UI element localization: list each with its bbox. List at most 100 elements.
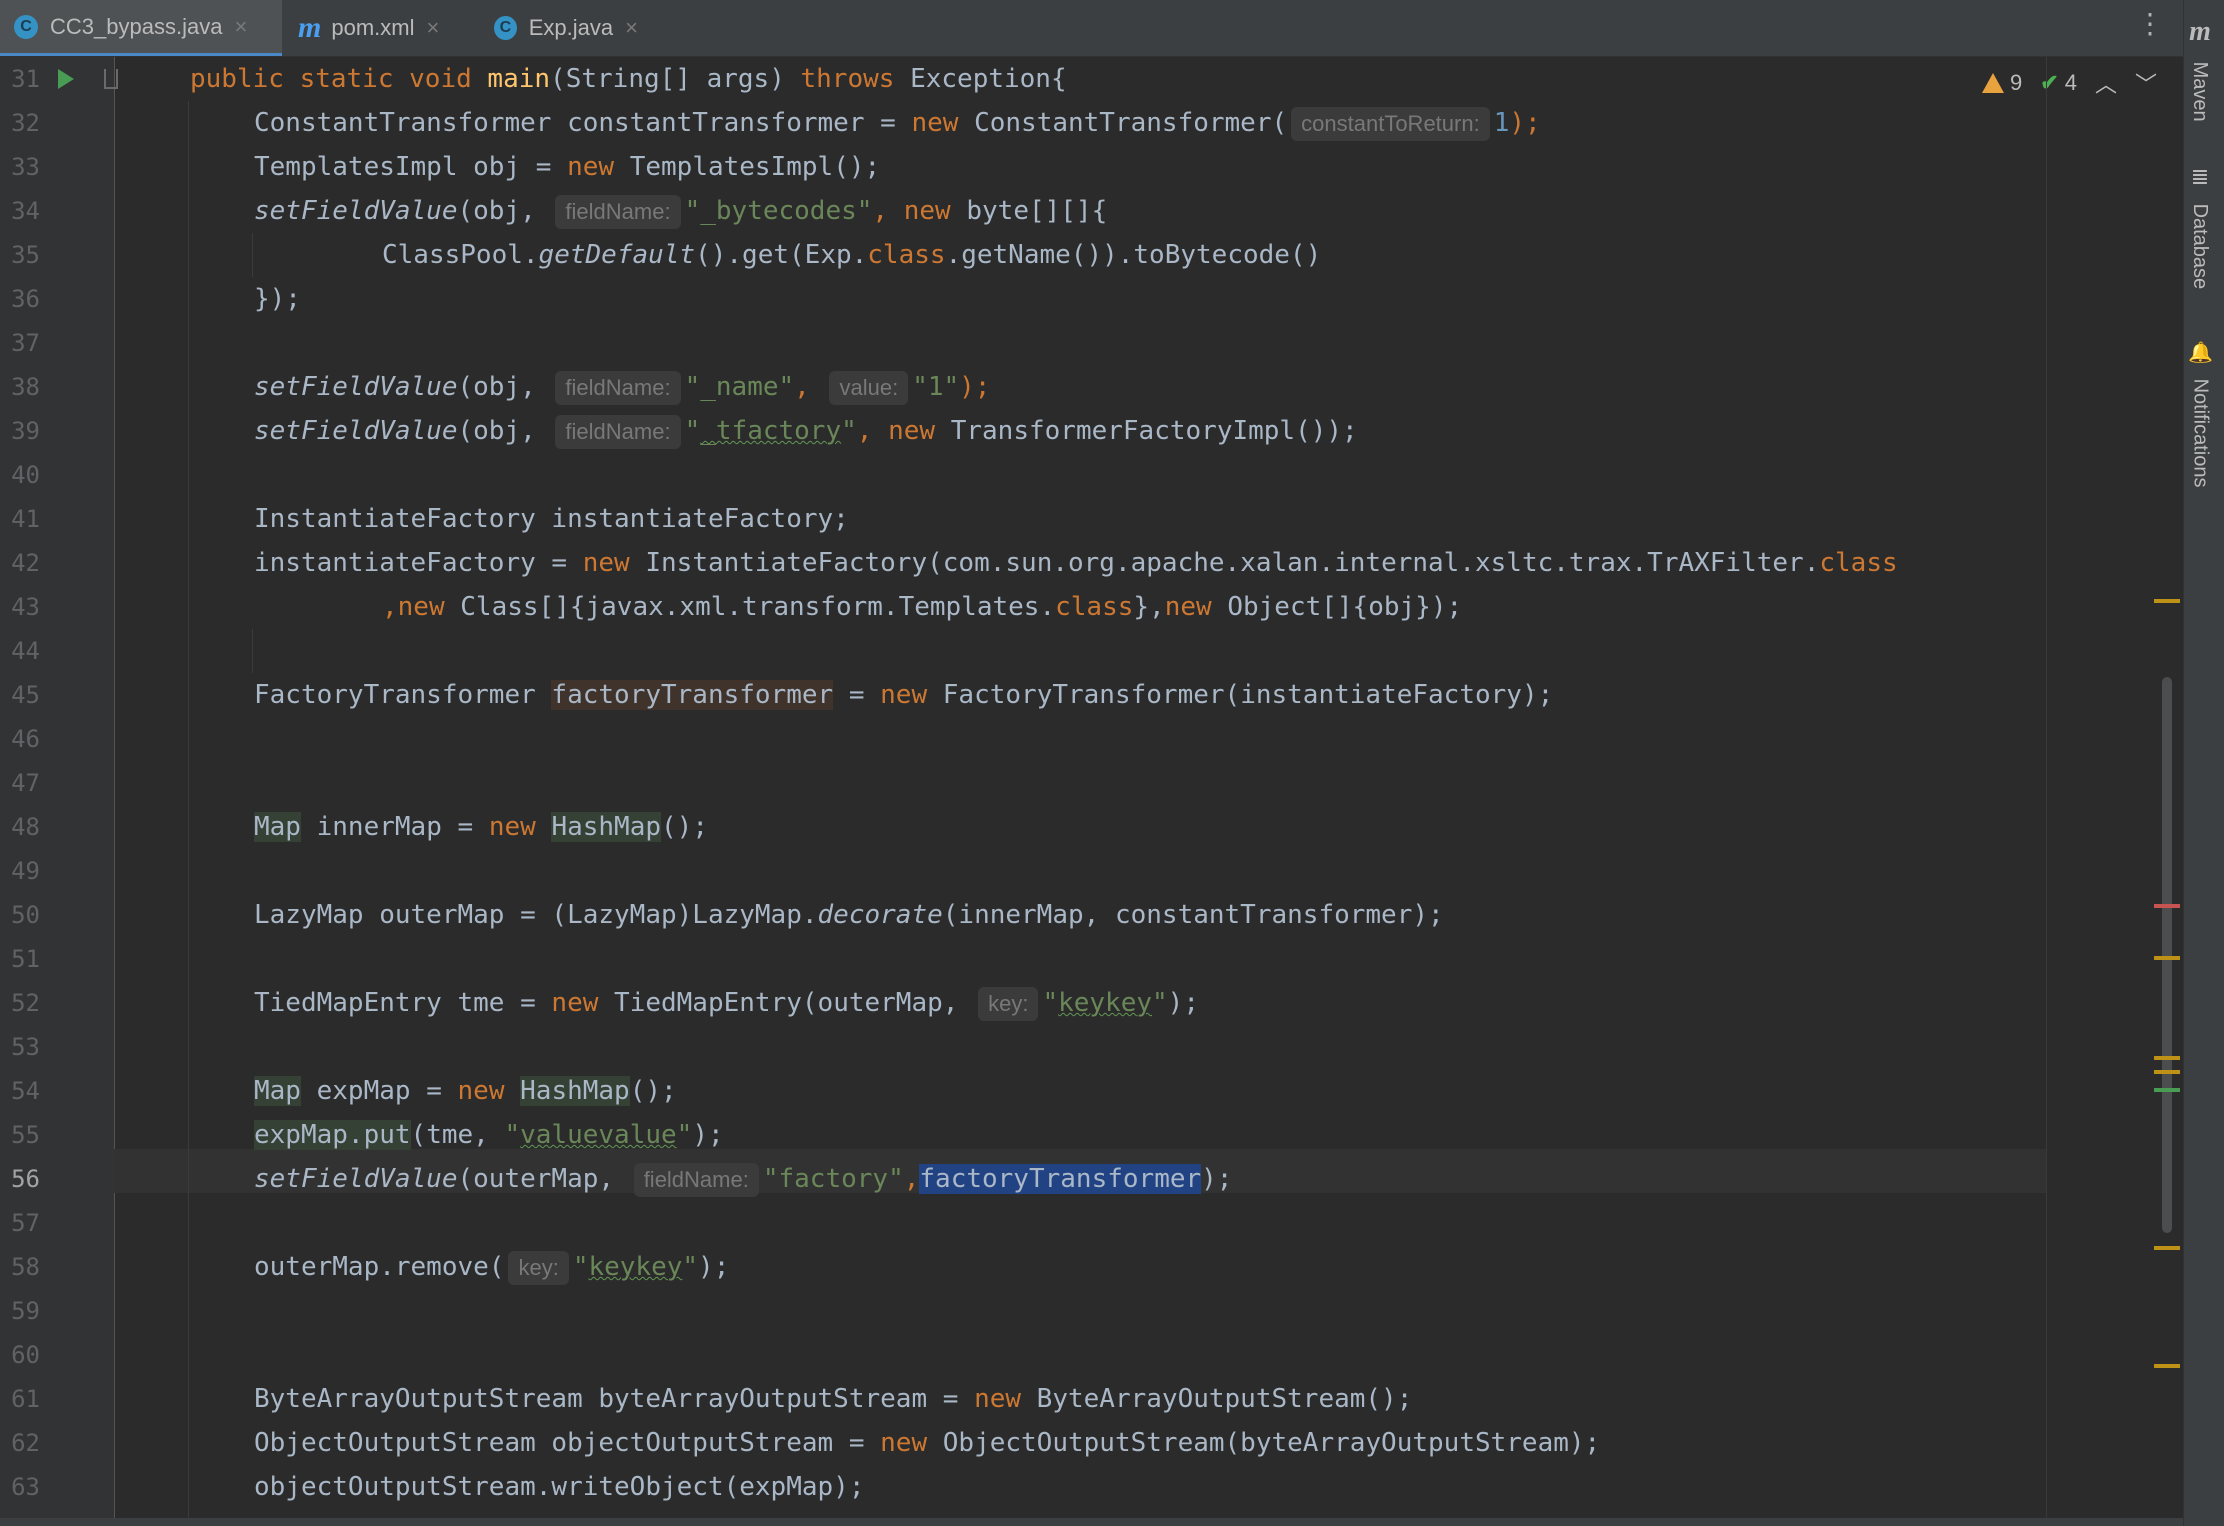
warning-marker[interactable] (2154, 1246, 2180, 1250)
indent-guide (252, 233, 253, 277)
typo-marker[interactable] (2154, 1088, 2180, 1092)
line-number: 53 (11, 1033, 40, 1061)
warning-icon (1982, 73, 2004, 93)
code-token: objectOutputStream.writeObject(expMap); (254, 1472, 865, 1502)
line-number: 56 (11, 1165, 40, 1193)
code-token: ConstantTransformer( (958, 108, 1288, 138)
tool-window-maven[interactable]: m Maven (2188, 16, 2211, 122)
code-line-56[interactable]: setFieldValue(outerMap, fieldName: "facto… (254, 1157, 1232, 1201)
code-token: "_name" (684, 372, 795, 402)
maven-icon: m (2189, 16, 2211, 47)
code-line-35[interactable]: ClassPool.getDefault().get(Exp.class.get… (382, 233, 1321, 277)
error-marker[interactable] (2154, 904, 2180, 908)
class-icon: C (14, 14, 38, 39)
code-editor[interactable]: 31 32 33 34 35 36 37 38 39 40 41 42 43 44 45 46 47 48 49 50… (0, 57, 2184, 1526)
code-line-61[interactable]: ByteArrayOutputStream byteArrayOutputStr… (254, 1377, 1412, 1421)
code-token: new (880, 680, 928, 710)
param-hint: fieldName: (555, 195, 681, 229)
code-token: ); (959, 372, 991, 402)
tab-pom-xml[interactable]: m pom.xml × (284, 0, 478, 56)
warning-marker[interactable] (2154, 1364, 2180, 1368)
bell-icon: 🔔 (2188, 342, 2213, 364)
code-token: ObjectOutputStream(byteArrayOutputStream… (927, 1428, 1601, 1458)
line-number: 37 (11, 329, 40, 357)
tool-window-notifications[interactable]: 🔔 Notifications (2188, 340, 2213, 488)
line-number: 42 (11, 549, 40, 577)
code-token: 1 (1493, 108, 1510, 138)
warning-marker[interactable] (2154, 599, 2180, 603)
warning-marker[interactable] (2154, 1070, 2180, 1074)
line-number: 39 (11, 417, 40, 445)
tab-cc3-bypass-java[interactable]: C CC3_bypass.java × (0, 0, 282, 56)
code-token: throws (800, 64, 895, 94)
line-number: 41 (11, 505, 40, 533)
line-number: 32 (11, 109, 40, 137)
chevron-down-icon[interactable]: ﹀ (2135, 67, 2157, 99)
param-hint: key: (978, 987, 1039, 1021)
code-token: " (504, 1120, 521, 1150)
code-line-48[interactable]: Map innerMap = new HashMap(); (254, 805, 708, 849)
code-token: ByteArrayOutputStream byteArrayOutputStr… (254, 1384, 975, 1414)
code-line-54[interactable]: Map expMap = new HashMap(); (254, 1069, 677, 1113)
code-line-43[interactable]: ,new Class[]{javax.xml.transform.Templat… (382, 585, 1462, 629)
code-line-50[interactable]: LazyMap outerMap = (LazyMap)LazyMap.deco… (254, 893, 1444, 937)
code-token: new (488, 812, 536, 842)
warning-count: 9 (2010, 70, 2023, 95)
param-hint: fieldName: (633, 1163, 759, 1197)
run-icon[interactable] (58, 69, 74, 89)
editor-tab-bar: C CC3_bypass.java × m pom.xml × C Exp.ja… (0, 0, 2224, 57)
code-token: InstantiateFactory instantiateFactory; (254, 504, 849, 534)
code-line-55[interactable]: expMap.put(tme, "valuevalue"); (254, 1113, 724, 1157)
line-number: 38 (11, 373, 40, 401)
line-number: 57 (11, 1209, 40, 1237)
code-token: class (1819, 548, 1898, 578)
code-line-63[interactable]: objectOutputStream.writeObject(expMap); (254, 1465, 864, 1509)
tool-window-database[interactable]: ≣ Database (2188, 164, 2211, 289)
tab-exp-java[interactable]: C Exp.java × (480, 0, 652, 56)
code-line-42[interactable]: instantiateFactory = new InstantiateFact… (254, 541, 1898, 585)
code-token: FactoryTransformer(instantiateFactory); (927, 680, 1554, 710)
database-icon: ≣ (2190, 164, 2210, 189)
code-line-41[interactable]: InstantiateFactory instantiateFactory; (254, 497, 849, 541)
code-line-39[interactable]: setFieldValue(obj, fieldName: "_tfactory"… (254, 409, 1358, 453)
line-number: 50 (11, 901, 40, 929)
code-line-52[interactable]: TiedMapEntry tme = new TiedMapEntry(oute… (254, 981, 1199, 1025)
indent-guide (188, 101, 189, 1526)
close-icon[interactable]: × (625, 15, 638, 41)
close-icon[interactable]: × (234, 14, 247, 40)
line-number: 35 (11, 241, 40, 269)
code-token: expMap.put (254, 1120, 411, 1150)
line-number: 48 (11, 813, 40, 841)
code-token: instantiateFactory = (254, 548, 583, 578)
right-margin-line (2046, 57, 2047, 1526)
code-line-34[interactable]: setFieldValue(obj, fieldName: "_bytecodes… (254, 189, 1107, 233)
code-token: " (676, 1120, 693, 1150)
code-token: FactoryTransformer (254, 680, 552, 710)
more-options-icon[interactable]: ⋮ (2136, 10, 2164, 38)
right-tool-window-bar: m Maven ≣ Database 🔔 Notifications (2183, 0, 2224, 1526)
bookmark-icon[interactable] (104, 69, 118, 89)
code-token: (); (629, 1076, 677, 1106)
chevron-up-icon[interactable]: ︿ (2095, 67, 2117, 99)
warning-marker[interactable] (2154, 956, 2180, 960)
code-line-31[interactable]: public static void main(String[] args) t… (190, 57, 1067, 101)
code-line-58[interactable]: outerMap.remove(key: "keykey"); (254, 1245, 729, 1289)
line-number: 59 (11, 1297, 40, 1325)
code-line-32[interactable]: ConstantTransformer constantTransformer … (254, 101, 1541, 145)
class-icon: C (494, 16, 517, 40)
code-line-33[interactable]: TemplatesImpl obj = new TemplatesImpl(); (254, 145, 880, 189)
code-line-36[interactable]: }); (254, 277, 301, 321)
code-line-45[interactable]: FactoryTransformer factoryTransformer = … (254, 673, 1553, 717)
code-token: (innerMap, constantTransformer); (942, 900, 1444, 930)
close-icon[interactable]: × (426, 15, 439, 41)
code-line-62[interactable]: ObjectOutputStream objectOutputStream = … (254, 1421, 1600, 1465)
warning-marker[interactable] (2154, 1056, 2180, 1060)
code-token: LazyMap outerMap = (LazyMap)LazyMap. (254, 900, 818, 930)
tool-window-label: Notifications (2189, 378, 2212, 488)
code-token: TiedMapEntry(outerMap, (598, 988, 975, 1018)
code-line-38[interactable]: setFieldValue(obj, fieldName: "_name", va… (254, 365, 990, 409)
vertical-scrollbar[interactable] (2162, 677, 2172, 1233)
tab-label: pom.xml (331, 15, 415, 40)
inspection-widget[interactable]: 9 ✔ 4 ︿ ﹀ (1982, 67, 2157, 99)
